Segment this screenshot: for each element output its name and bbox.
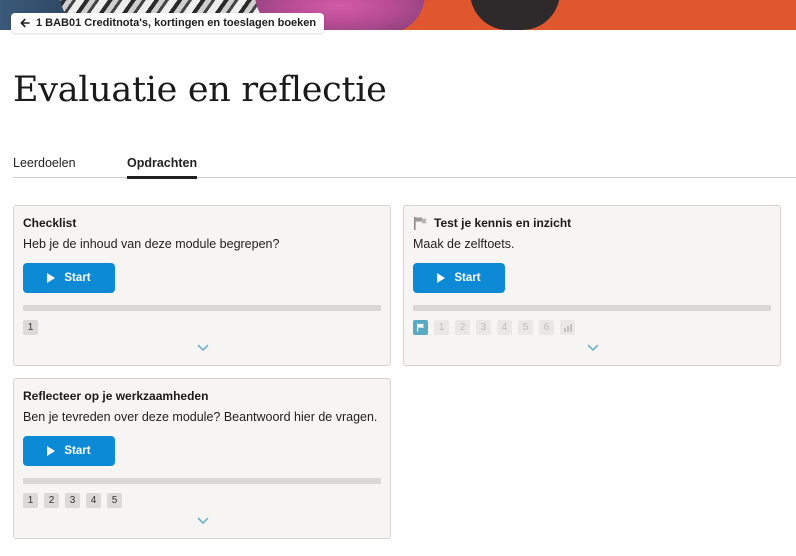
back-link[interactable]: 1 BAB01 Creditnota's, kortingen en toesl… (11, 13, 325, 33)
play-icon (47, 446, 56, 456)
step-list: 1 2 3 4 5 6 (413, 320, 575, 335)
start-button[interactable]: Start (413, 263, 505, 293)
step-3[interactable]: 3 (65, 493, 80, 508)
card-description: Maak de zelftoets. (413, 237, 515, 251)
progress-bar (23, 305, 381, 311)
step-1[interactable]: 1 (434, 320, 449, 335)
tab-opdrachten[interactable]: Opdrachten (127, 156, 198, 179)
start-button-label: Start (64, 445, 91, 457)
step-list: 1 2 3 4 5 (23, 493, 122, 508)
hero-image-shadow (470, 0, 560, 30)
back-link-label: 1 BAB01 Creditnota's, kortingen en toesl… (36, 17, 317, 29)
step-3[interactable]: 3 (476, 320, 491, 335)
card-title: Checklist (23, 216, 76, 230)
start-button[interactable]: Start (23, 263, 115, 293)
card-title-text: Checklist (23, 216, 77, 230)
card-zelftoets: Test je kennis en inzicht Maak de zelfto… (403, 205, 781, 366)
play-icon (437, 273, 446, 283)
chevron-down-icon[interactable] (197, 344, 209, 352)
card-title: Reflecteer op je werkzaamheden (23, 389, 208, 403)
start-button[interactable]: Start (23, 436, 115, 466)
step-5[interactable]: 5 (107, 493, 122, 508)
step-2[interactable]: 2 (44, 493, 59, 508)
flag-icon (417, 323, 425, 332)
step-5[interactable]: 5 (518, 320, 533, 335)
step-1[interactable]: 1 (23, 320, 38, 335)
step-1[interactable]: 1 (23, 493, 38, 508)
start-button-label: Start (64, 272, 91, 284)
card-title-text: Test je kennis en inzicht (434, 216, 572, 230)
card-checklist: Checklist Heb je de inhoud van deze modu… (13, 205, 391, 366)
tab-leerdoelen[interactable]: Leerdoelen (13, 156, 76, 170)
start-button-label: Start (454, 272, 481, 284)
arrow-left-icon (20, 18, 30, 28)
page-title: Evaluatie en reflectie (13, 70, 387, 110)
step-list: 1 (23, 320, 38, 335)
tab-bar: Leerdoelen Opdrachten (13, 154, 796, 179)
step-result[interactable] (560, 320, 575, 335)
step-start-flag[interactable] (413, 320, 428, 335)
progress-bar (413, 305, 771, 311)
step-6[interactable]: 6 (539, 320, 554, 335)
results-chart-icon (563, 324, 572, 332)
card-reflectie: Reflecteer op je werkzaamheden Ben je te… (13, 378, 391, 539)
play-icon (47, 273, 56, 283)
step-4[interactable]: 4 (497, 320, 512, 335)
step-4[interactable]: 4 (86, 493, 101, 508)
progress-bar (23, 478, 381, 484)
card-title: Test je kennis en inzicht (413, 216, 571, 230)
step-2[interactable]: 2 (455, 320, 470, 335)
card-description: Ben je tevreden over deze module? Beantw… (23, 410, 378, 424)
chevron-down-icon[interactable] (587, 344, 599, 352)
card-title-text: Reflecteer op je werkzaamheden (23, 389, 209, 403)
flag-icon (414, 217, 427, 230)
card-description: Heb je de inhoud van deze module begrepe… (23, 237, 280, 251)
chevron-down-icon[interactable] (197, 517, 209, 525)
